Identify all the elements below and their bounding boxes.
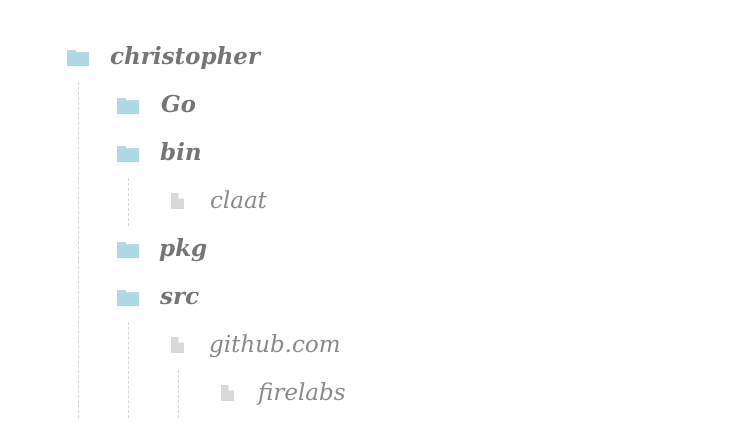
file-icon <box>170 335 186 355</box>
file-icon <box>170 191 186 211</box>
tree-node-label: christopher <box>110 43 261 70</box>
tree-guide-src <box>128 322 129 418</box>
tree-node-go[interactable]: Go <box>116 90 196 120</box>
folder-icon <box>66 47 90 67</box>
tree-guide-bin <box>128 178 129 226</box>
tree-node-label: pkg <box>159 235 208 262</box>
tree-node-bin[interactable]: bin <box>116 138 202 168</box>
tree-node-src[interactable]: src <box>116 282 199 312</box>
tree-node-github-com[interactable]: github.com <box>170 330 341 360</box>
file-icon <box>220 383 236 403</box>
tree-node-firelabs[interactable]: firelabs <box>220 378 346 408</box>
tree-node-label: Go <box>161 91 196 118</box>
folder-icon <box>116 239 140 259</box>
tree-node-label: firelabs <box>258 380 346 406</box>
tree-node-label: claat <box>210 188 267 214</box>
tree-node-label: bin <box>160 139 202 166</box>
tree-node-label: github.com <box>209 332 341 358</box>
file-tree: christopher Go bin claat pkg src github.… <box>0 0 748 426</box>
tree-node-christopher[interactable]: christopher <box>66 42 260 72</box>
folder-icon <box>116 287 140 307</box>
tree-node-label: src <box>160 283 200 310</box>
tree-guide-root <box>78 82 79 418</box>
tree-node-claat[interactable]: claat <box>170 186 267 216</box>
tree-node-pkg[interactable]: pkg <box>116 234 207 264</box>
folder-icon <box>116 95 140 115</box>
tree-guide-github <box>178 370 179 418</box>
folder-icon <box>116 143 140 163</box>
